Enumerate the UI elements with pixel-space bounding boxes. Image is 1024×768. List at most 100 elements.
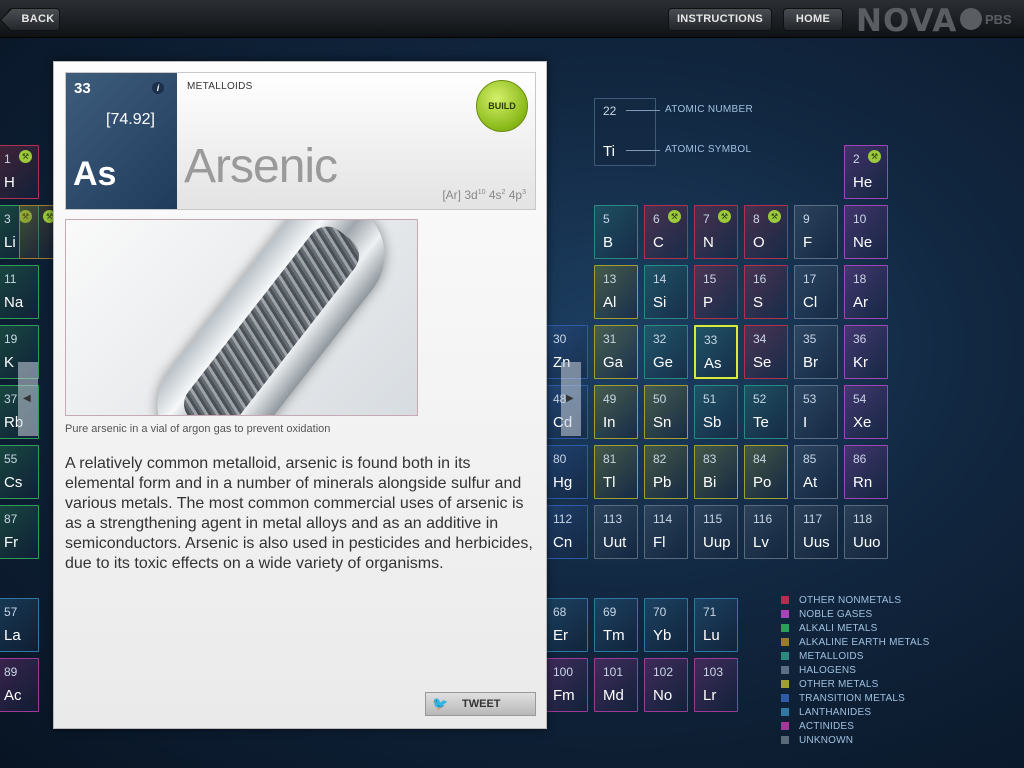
cell-symbol: Uus <box>803 534 830 551</box>
cell-number: 71 <box>703 605 717 619</box>
cell-number: 32 <box>653 332 667 346</box>
legend-swatch <box>781 708 789 716</box>
element-cell-P[interactable]: 15 P <box>694 265 738 319</box>
cell-number: 80 <box>553 452 567 466</box>
element-cell-B[interactable]: 5B <box>594 205 638 259</box>
element-cell-Fm[interactable]: 100 Fm <box>544 658 588 712</box>
build-button[interactable]: BUILD <box>476 80 528 132</box>
top-bar: BACK INSTRUCTIONS HOME NOVA PBS <box>0 0 1024 39</box>
legend-label: NOBLE GASES <box>799 609 873 620</box>
legend-label: METALLOIDS <box>799 651 864 662</box>
element-cell-Yb[interactable]: 70 Yb <box>644 598 688 652</box>
photo-caption: Pure arsenic in a vial of argon gas to p… <box>65 423 331 435</box>
element-cell-Ac[interactable]: 89 Ac <box>0 658 39 712</box>
cell-symbol: La <box>4 627 21 644</box>
element-cell-Uuo[interactable]: 118 Uuo <box>844 505 888 559</box>
element-cell-H[interactable]: 1 H ⚒ <box>0 145 39 199</box>
scroll-left-button[interactable]: ◀ <box>18 362 38 436</box>
element-cell-I[interactable]: 53 I <box>794 385 838 439</box>
element-cell-Sn[interactable]: 50 Sn <box>644 385 688 439</box>
element-cell-Uut[interactable]: 113 Uut <box>594 505 638 559</box>
back-button[interactable]: BACK <box>8 8 60 31</box>
cell-number: 116 <box>753 512 773 526</box>
cell-symbol: Kr <box>853 354 868 371</box>
element-cell-Na[interactable]: 11 Na <box>0 265 39 319</box>
cell-number: 89 <box>4 665 18 679</box>
element-cell-Md[interactable]: 101 Md <box>594 658 638 712</box>
cell-symbol: Uuo <box>853 534 881 551</box>
legend-item: ALKALINE EARTH METALS <box>781 636 930 650</box>
cell-symbol: Sn <box>653 414 672 431</box>
element-cell-Ga[interactable]: 31 Ga <box>594 325 638 379</box>
element-cell-Br[interactable]: 35 Br <box>794 325 838 379</box>
element-cell-N[interactable]: 7 N ⚒ <box>694 205 738 259</box>
element-cell-Lr[interactable]: 103 Lr <box>694 658 738 712</box>
element-cell-Te[interactable]: 52 Te <box>744 385 788 439</box>
element-cell-Fr[interactable]: 87 Fr <box>0 505 39 559</box>
element-cell-Cn[interactable]: 112 Cn <box>544 505 588 559</box>
element-cell-C[interactable]: 6 C ⚒ <box>644 205 688 259</box>
legend-swatch <box>781 680 789 688</box>
atomic-number: 33 <box>74 80 91 97</box>
key-line <box>626 150 660 151</box>
element-cell-Kr[interactable]: 36 Kr <box>844 325 888 379</box>
element-cell-Cl[interactable]: 17 Cl <box>794 265 838 319</box>
element-cell-Uus[interactable]: 117 Uus <box>794 505 838 559</box>
element-cell-Lu[interactable]: 71 Lu <box>694 598 738 652</box>
cell-number: 54 <box>853 392 867 406</box>
element-cell-Ne[interactable]: 10 Ne <box>844 205 888 259</box>
element-cell-Tm[interactable]: 69 Tm <box>594 598 638 652</box>
element-cell-Er[interactable]: 68 Er <box>544 598 588 652</box>
element-name: Arsenic <box>184 140 338 193</box>
legend-item: TRANSITION METALS <box>781 692 930 706</box>
scroll-right-button[interactable]: ▶ <box>561 362 581 436</box>
element-tile: 33 i [74.92] As <box>66 73 177 209</box>
cell-number: 5 <box>603 212 610 226</box>
element-cell-Se[interactable]: 34 Se <box>744 325 788 379</box>
cell-number: 50 <box>653 392 667 406</box>
cell-symbol: Lu <box>703 627 720 644</box>
cell-symbol: Na <box>4 294 24 311</box>
home-button[interactable]: HOME <box>783 8 843 31</box>
legend-label: UNKNOWN <box>799 735 854 746</box>
info-icon[interactable]: i <box>152 82 164 94</box>
cell-number: 34 <box>753 332 767 346</box>
element-cell-Xe[interactable]: 54 Xe <box>844 385 888 439</box>
cell-symbol: Ac <box>4 687 22 704</box>
element-cell-S[interactable]: 16 S <box>744 265 788 319</box>
element-cell-No[interactable]: 102 No <box>644 658 688 712</box>
legend-swatch <box>781 694 789 702</box>
element-cell-F[interactable]: 9F <box>794 205 838 259</box>
element-cell-At[interactable]: 85 At <box>794 445 838 499</box>
element-cell-As[interactable]: 33 As <box>694 325 738 379</box>
cell-symbol: P <box>703 294 714 311</box>
element-cell-Po[interactable]: 84 Po <box>744 445 788 499</box>
cell-number: 8 <box>753 212 760 226</box>
instructions-button[interactable]: INSTRUCTIONS <box>668 8 772 31</box>
element-cell-La[interactable]: 57 La <box>0 598 39 652</box>
cell-symbol: He <box>853 174 873 191</box>
element-cell-Hg[interactable]: 80 Hg <box>544 445 588 499</box>
element-cell-In[interactable]: 49 In <box>594 385 638 439</box>
element-cell-Pb[interactable]: 82 Pb <box>644 445 688 499</box>
element-cell-Uup[interactable]: 115 Uup <box>694 505 738 559</box>
legend-item: NOBLE GASES <box>781 608 930 622</box>
element-cell-Ar[interactable]: 18 Ar <box>844 265 888 319</box>
element-cell-Si[interactable]: 14 Si <box>644 265 688 319</box>
element-cell-O[interactable]: 8 O ⚒ <box>744 205 788 259</box>
tweet-button[interactable]: 🐦 TWEET <box>425 692 536 716</box>
cell-symbol: Cn <box>553 534 573 551</box>
element-cell-Cs[interactable]: 55 Cs <box>0 445 39 499</box>
element-cell-Sb[interactable]: 51 Sb <box>694 385 738 439</box>
element-cell-Rn[interactable]: 86 Rn <box>844 445 888 499</box>
element-cell-Tl[interactable]: 81 Tl <box>594 445 638 499</box>
element-cell-Al[interactable]: 13 Al <box>594 265 638 319</box>
cell-symbol: N <box>703 234 714 251</box>
element-cell-He[interactable]: 2 He ⚒ <box>844 145 888 199</box>
legend-item: METALLOIDS <box>781 650 930 664</box>
element-cell-Ge[interactable]: 32 Ge <box>644 325 688 379</box>
element-cell-Fl[interactable]: 114 Fl <box>644 505 688 559</box>
element-cell-Bi[interactable]: 83 Bi <box>694 445 738 499</box>
element-cell-Lv[interactable]: 116 Lv <box>744 505 788 559</box>
cell-symbol: Br <box>803 354 818 371</box>
